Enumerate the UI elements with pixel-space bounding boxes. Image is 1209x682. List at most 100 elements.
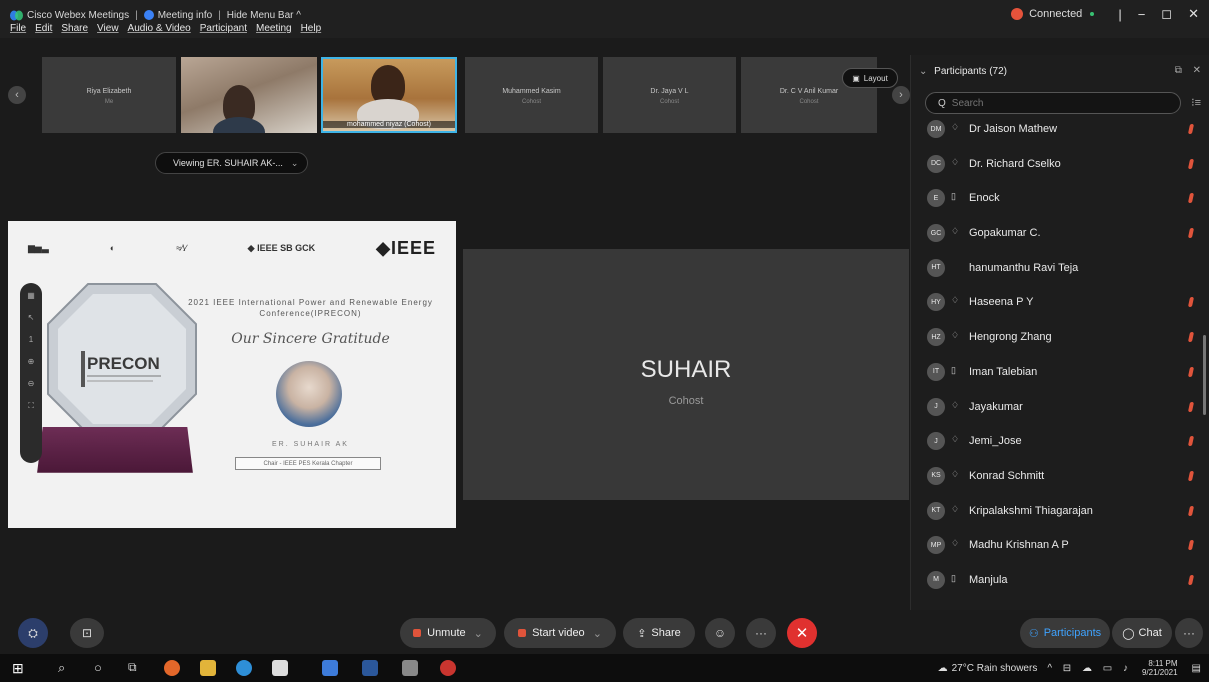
participant-row[interactable]: HY ♢ Haseena P Y — [911, 286, 1201, 321]
participant-row[interactable]: DC ♢ Dr. Richard Cselko — [911, 148, 1201, 183]
muted-mic-icon[interactable] — [1187, 540, 1195, 551]
chrome-icon[interactable] — [164, 660, 180, 676]
muted-mic-icon[interactable] — [1187, 401, 1195, 412]
participant-tile[interactable]: Dr. Jaya V L Cohost — [603, 57, 736, 133]
avatar: DC — [927, 154, 945, 173]
participant-name: Iman Talebian — [969, 365, 1038, 378]
edge-icon[interactable] — [236, 660, 252, 676]
muted-mic-icon[interactable] — [1187, 332, 1195, 343]
viewing-dropdown[interactable]: Viewing ER. SUHAIR AK-... ⌄ — [155, 152, 308, 174]
layout-button[interactable]: ▣ Layout — [842, 68, 898, 88]
unmute-button[interactable]: Unmute ⌄ — [400, 618, 496, 648]
filmstrip-next-button[interactable]: › — [892, 86, 910, 104]
avatar: J — [927, 432, 945, 451]
active-video-tile[interactable]: mohammed niyaz (Cohost) — [321, 57, 457, 133]
muted-mic-icon[interactable] — [1187, 505, 1195, 516]
start-video-button[interactable]: Start video ⌄ — [504, 618, 616, 648]
participant-row[interactable]: KS ♢ Konrad Schmitt — [911, 460, 1201, 495]
participant-row[interactable]: DM ♢ Dr Jaison Mathew — [911, 113, 1201, 148]
gallery-icon[interactable]: ⊡ — [70, 618, 104, 648]
more-options-icon[interactable]: ··· — [746, 618, 776, 648]
muted-mic-icon[interactable] — [1187, 193, 1195, 204]
menu-edit[interactable]: Edit — [35, 23, 52, 34]
toolbar-arrow-icon[interactable]: ↖ — [28, 313, 35, 322]
participants-header[interactable]: ⌄ Participants (72) — [919, 66, 1007, 77]
notion-icon[interactable] — [272, 660, 288, 676]
task-view-icon[interactable]: ⧉ — [128, 660, 144, 676]
meeting-info-button[interactable]: Meeting info — [158, 10, 212, 21]
muted-mic-icon[interactable] — [1187, 366, 1195, 377]
avatar: MP — [927, 536, 945, 555]
popout-icon[interactable]: ⧉ — [1175, 65, 1182, 76]
reactions-icon[interactable]: ☺ — [705, 618, 735, 648]
search-icon[interactable]: ⌕ — [58, 660, 74, 676]
participant-list-scrollbar[interactable] — [1203, 335, 1206, 415]
muted-mic-icon[interactable] — [1187, 124, 1195, 134]
zoom-out-icon[interactable]: ⊖ — [28, 379, 35, 388]
file-explorer-icon[interactable] — [200, 660, 216, 676]
participant-row[interactable]: M ▯ Manjula — [911, 564, 1201, 599]
active-speaker-panel[interactable]: SUHAIR Cohost — [463, 249, 909, 500]
participant-tile[interactable]: Muhammed Kasim Cohost — [465, 57, 598, 133]
title-row: Cisco Webex Meetings | Meeting info | Hi… — [10, 7, 301, 23]
muted-mic-icon[interactable] — [1187, 297, 1195, 308]
notifications-icon[interactable]: ▤ — [1192, 663, 1201, 674]
menu-participant[interactable]: Participant — [200, 23, 247, 34]
toolbar-grid-icon[interactable]: ▦ — [27, 291, 35, 300]
cortana-icon[interactable]: ○ — [94, 660, 110, 676]
connection-status[interactable]: Connected — [1029, 8, 1082, 20]
windows-start-icon[interactable]: ⊞ — [12, 660, 28, 676]
participant-video-tile[interactable] — [181, 57, 317, 133]
share-button[interactable]: ⇪ Share — [623, 618, 695, 648]
muted-mic-icon[interactable] — [1187, 228, 1195, 239]
search-input[interactable] — [951, 97, 1172, 109]
webex-taskbar-icon[interactable] — [322, 660, 338, 676]
menu-file[interactable]: File — [10, 23, 26, 34]
menu-help[interactable]: Help — [301, 23, 322, 34]
muted-mic-icon[interactable] — [1187, 574, 1195, 585]
participant-row[interactable]: IT ▯ Iman Talebian — [911, 356, 1201, 391]
participant-row[interactable]: J ♢ Jemi_Jose — [911, 425, 1201, 460]
close-panel-icon[interactable]: ✕ — [1193, 65, 1201, 76]
participants-button[interactable]: ⚇ Participants — [1020, 618, 1110, 648]
participant-name: Manjula — [969, 573, 1008, 586]
tray-icons[interactable]: ^ ⊟ ☁ ▭ ♪ — [1047, 663, 1132, 674]
close-button[interactable]: ✕ — [1188, 6, 1199, 22]
clock[interactable]: 8:11 PM 9/21/2021 — [1142, 659, 1178, 677]
app-switch-icon[interactable]: ⛭ — [18, 618, 48, 648]
zoom-in-icon[interactable]: ⊕ — [28, 357, 35, 366]
minimize-button[interactable]: − — [1138, 7, 1146, 22]
menu-view[interactable]: View — [97, 23, 119, 34]
media-player-icon[interactable] — [440, 660, 456, 676]
participant-tile[interactable]: Riya Elizabeth Me — [42, 57, 176, 133]
participant-row[interactable]: GC ♢ Gopakumar C. — [911, 217, 1201, 252]
shared-content[interactable]: ▆▅▃ ◐ ≈∕\∕ ◆ IEEE SB GCK ◆IEEE PRECON ▦ … — [8, 221, 456, 528]
menu-audio-video[interactable]: Audio & Video — [128, 23, 191, 34]
participant-row[interactable]: MP ♢ Madhu Krishnan A P — [911, 529, 1201, 564]
info-icon[interactable] — [143, 10, 154, 20]
filmstrip-prev-button[interactable]: ‹ — [8, 86, 26, 104]
hide-menu-bar-button[interactable]: Hide Menu Bar ^ — [227, 10, 301, 21]
participant-row[interactable]: HT hanumanthu Ravi Teja — [911, 252, 1201, 287]
phone-icon: ▯ — [951, 191, 956, 202]
muted-mic-icon[interactable] — [1187, 470, 1195, 481]
weather-text[interactable]: 27°C Rain showers — [952, 663, 1038, 674]
more-panels-icon[interactable]: ··· — [1175, 618, 1203, 648]
camera-icon[interactable] — [402, 660, 418, 676]
participant-row[interactable]: E ▯ Enock — [911, 182, 1201, 217]
word-icon[interactable] — [362, 660, 378, 676]
end-meeting-button[interactable]: ✕ — [787, 618, 817, 648]
participant-row[interactable]: KT ♢ Kripalakshmi Thiagarajan — [911, 495, 1201, 530]
muted-mic-icon[interactable] — [1187, 436, 1195, 447]
maximize-button[interactable]: ◻ — [1161, 6, 1172, 22]
menu-meeting[interactable]: Meeting — [256, 23, 292, 34]
participant-row[interactable]: J ♢ Jayakumar — [911, 391, 1201, 426]
sort-icon[interactable]: ⁝≡ — [1191, 96, 1201, 109]
active-speaker-name: SUHAIR — [640, 356, 732, 383]
chat-button[interactable]: ◯ Chat — [1112, 618, 1172, 648]
muted-mic-icon[interactable] — [1187, 158, 1195, 169]
fit-icon[interactable]: ⛶ — [28, 401, 34, 411]
participant-row[interactable]: HZ ♢ Hengrong Zhang — [911, 321, 1201, 356]
participant-search[interactable]: Q — [925, 92, 1181, 114]
menu-share[interactable]: Share — [61, 23, 88, 34]
